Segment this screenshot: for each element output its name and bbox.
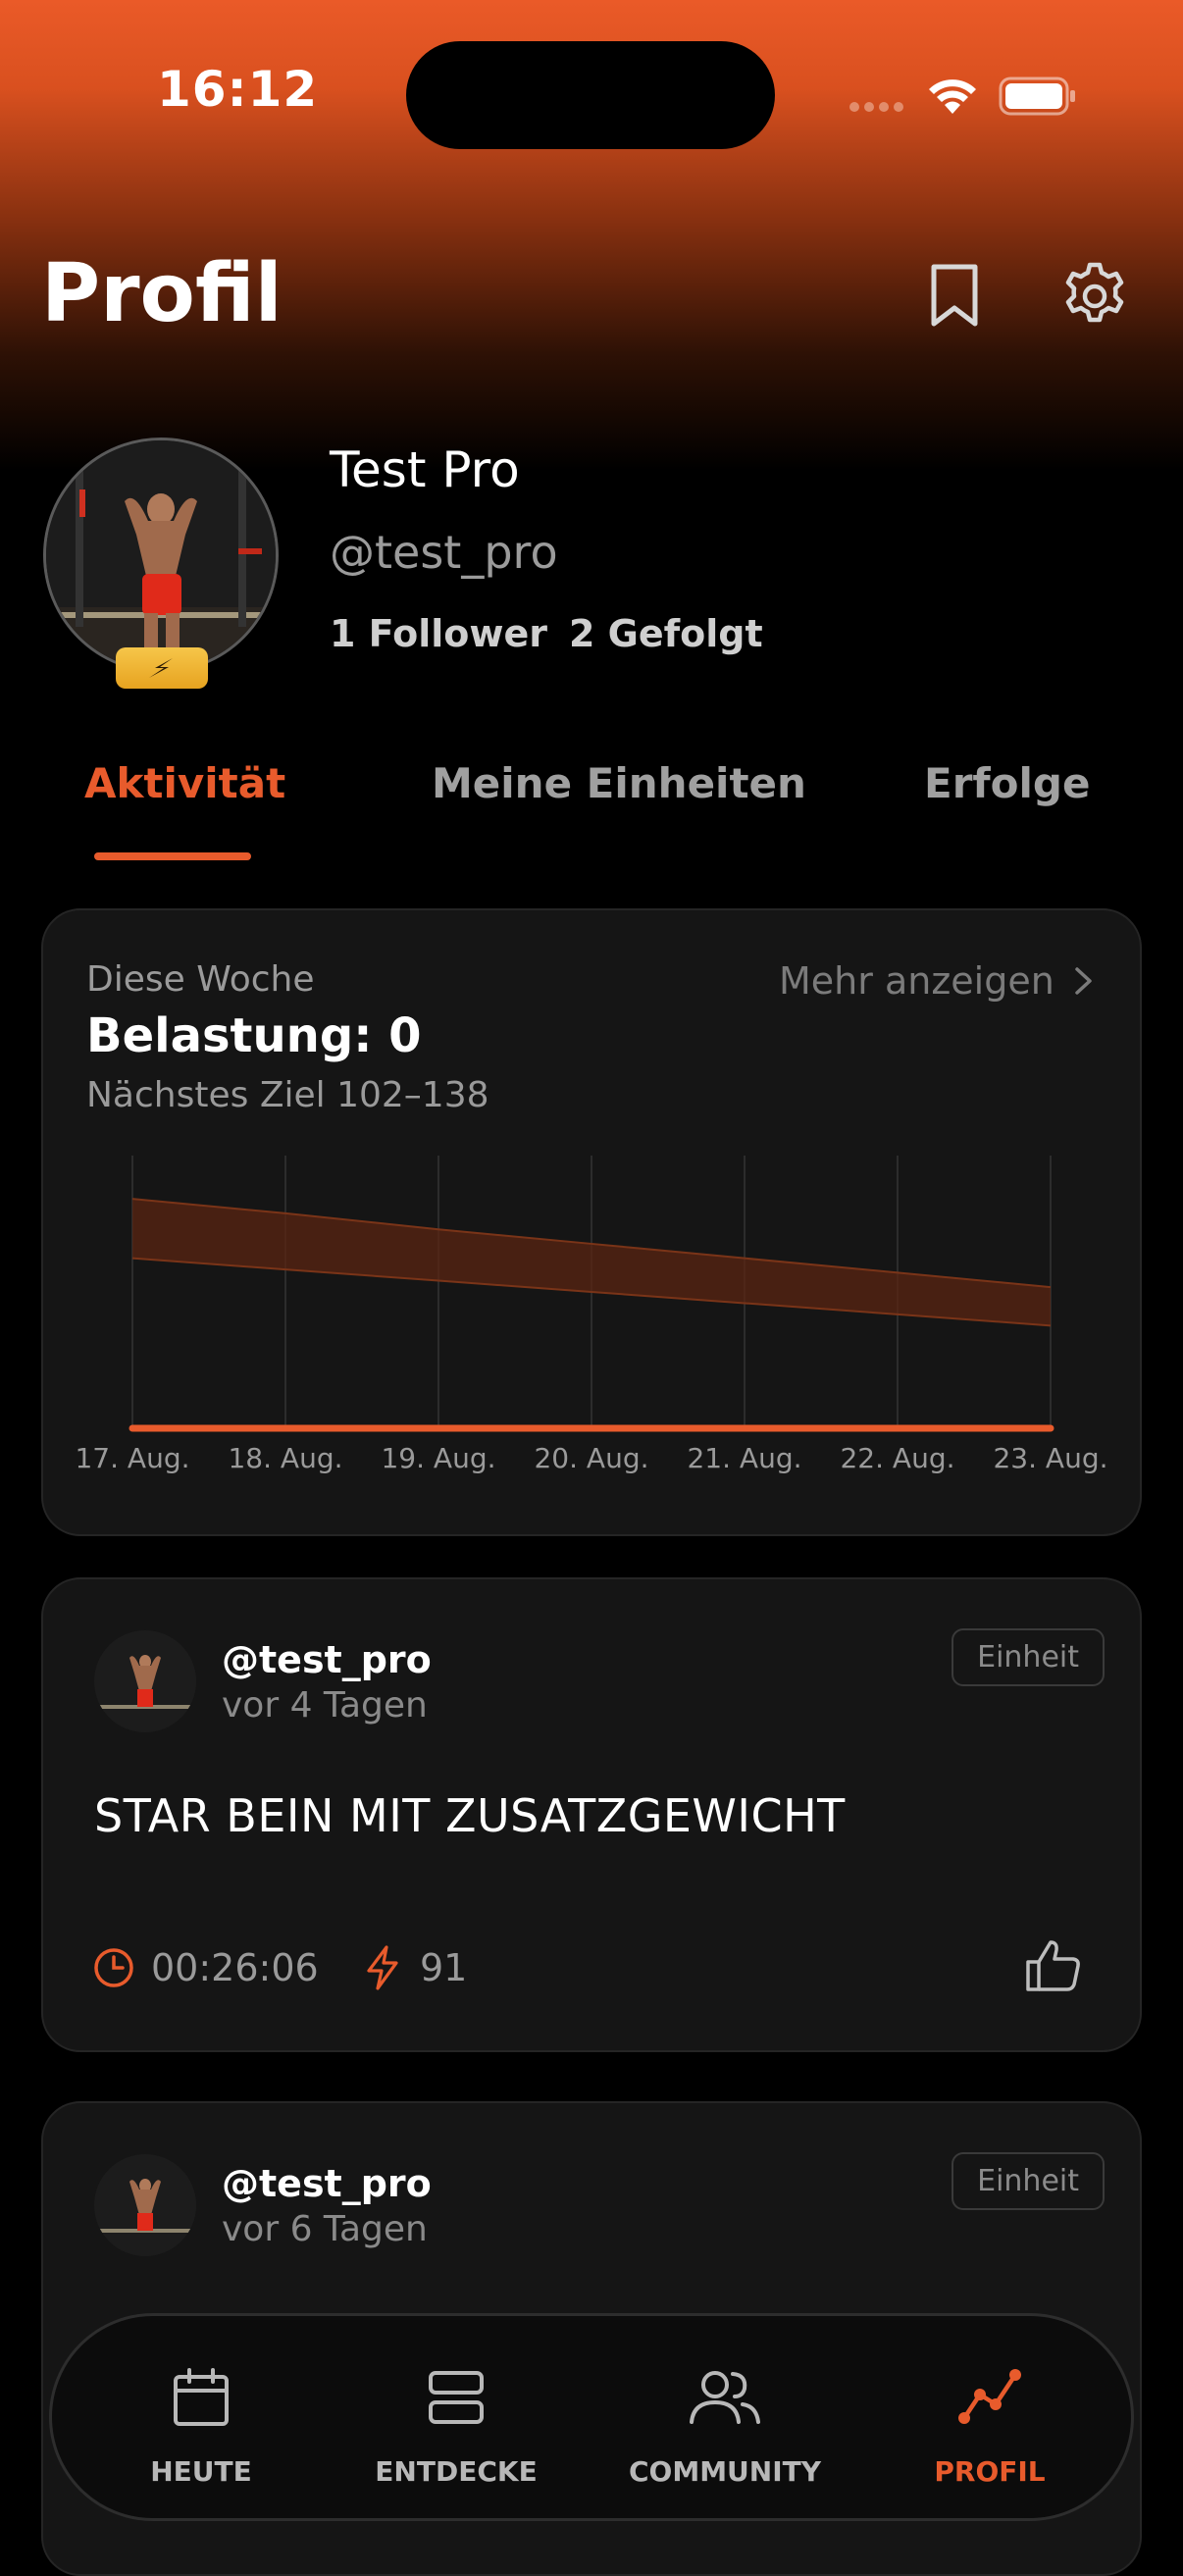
post-load: 91 (420, 1946, 468, 1989)
chart-point (1048, 1425, 1054, 1431)
page-title: Profil (41, 247, 283, 340)
bottom-navigation: HEUTE ENTDECKE COMMUNITY PROFIL (49, 2313, 1134, 2521)
calendar-icon (174, 2368, 229, 2426)
following-link[interactable]: 2 Gefolgt (569, 612, 763, 655)
avatar-photo (94, 1630, 196, 1732)
tab-my-sessions[interactable]: Meine Einheiten (432, 759, 806, 807)
nav-item-discover[interactable]: ENTDECKE (317, 2316, 578, 2518)
avatar-photo (46, 440, 276, 670)
post-duration: 00:26:06 (151, 1946, 319, 1989)
dynamic-island (406, 41, 775, 149)
bookmark-icon[interactable] (928, 263, 981, 328)
post-time: vor 4 Tagen (222, 1685, 428, 1726)
thumbs-up-icon[interactable] (1024, 1938, 1083, 1993)
show-more-label: Mehr anzeigen (779, 959, 1054, 1003)
nav-item-today[interactable]: HEUTE (52, 2316, 317, 2518)
chart-point (129, 1425, 135, 1431)
load-value: Belastung: 0 (86, 1008, 422, 1063)
chart-x-tick-label: 19. Aug. (381, 1442, 495, 1474)
active-tab-indicator (94, 852, 251, 860)
follow-stats: 1 Follower 2 Gefolgt (330, 612, 785, 655)
weekly-load-card: 17. Aug. 18. Aug. 19. Aug. 20. Aug. 21. Aug.… (41, 908, 1142, 1536)
tab-achievements[interactable]: Erfolge (924, 759, 1090, 807)
activity-graph-icon (958, 2369, 1021, 2424)
wifi-icon (929, 79, 976, 114)
show-more-link[interactable]: Mehr anzeigen (779, 959, 1098, 1003)
chart-x-tick-label: 18. Aug. (228, 1442, 342, 1474)
activity-post[interactable]: @test_pro vor 4 Tagen Einheit STAR BEIN … (41, 1577, 1142, 2052)
layers-icon (429, 2371, 484, 2424)
post-author[interactable]: @test_pro (222, 2162, 432, 2205)
post-title: STAR BEIN MIT ZUSATZGEWICHT (94, 1789, 846, 1842)
avatar-photo (94, 2154, 196, 2256)
post-avatar[interactable] (94, 1630, 196, 1732)
chart-x-tick-label: 21. Aug. (687, 1442, 801, 1474)
status-time: 16:12 (157, 61, 319, 118)
profile-handle: @test_pro (330, 526, 558, 579)
nav-label: ENTDECKE (375, 2455, 538, 2488)
settings-gear-icon[interactable] (1059, 261, 1130, 332)
chart-point (589, 1425, 594, 1431)
chart-x-tick-label: 20. Aug. (534, 1442, 648, 1474)
post-author[interactable]: @test_pro (222, 1638, 432, 1681)
clock-icon (94, 1948, 133, 1987)
lightning-bolt-icon (367, 1945, 398, 1990)
chart-x-tick-label: 23. Aug. (993, 1442, 1107, 1474)
lightning-bolt-icon (149, 658, 173, 678)
chart-x-tick-label: 22. Aug. (840, 1442, 954, 1474)
avatar[interactable] (43, 438, 279, 673)
tab-activity[interactable]: Aktivität (84, 759, 285, 807)
nav-label: PROFIL (934, 2455, 1046, 2488)
cellular-signal-icon (849, 102, 903, 112)
chart-point (742, 1425, 747, 1431)
chart-point (436, 1425, 441, 1431)
chart-x-tick-label: 17. Aug. (75, 1442, 189, 1474)
period-label: Diese Woche (86, 959, 315, 1000)
people-icon (690, 2371, 760, 2424)
chart-point (895, 1425, 900, 1431)
pro-badge (116, 647, 208, 689)
nav-label: COMMUNITY (628, 2455, 822, 2488)
load-chart: 17. Aug. 18. Aug. 19. Aug. 20. Aug. 21. Aug.… (75, 1156, 1108, 1474)
next-goal-label: Nächstes Ziel 102–138 (86, 1075, 489, 1115)
nav-item-profile[interactable]: PROFIL (843, 2316, 1131, 2518)
battery-icon (999, 77, 1075, 116)
post-type-chip: Einheit (952, 1628, 1105, 1686)
post-type-chip: Einheit (952, 2152, 1105, 2210)
post-avatar[interactable] (94, 2154, 196, 2256)
nav-label: HEUTE (150, 2455, 252, 2488)
chart-point (283, 1425, 288, 1431)
nav-item-community[interactable]: COMMUNITY (578, 2316, 843, 2518)
chevron-right-icon (1075, 967, 1092, 995)
followers-link[interactable]: 1 Follower (330, 612, 547, 655)
post-time: vor 6 Tagen (222, 2209, 428, 2249)
profile-name: Test Pro (330, 441, 520, 498)
